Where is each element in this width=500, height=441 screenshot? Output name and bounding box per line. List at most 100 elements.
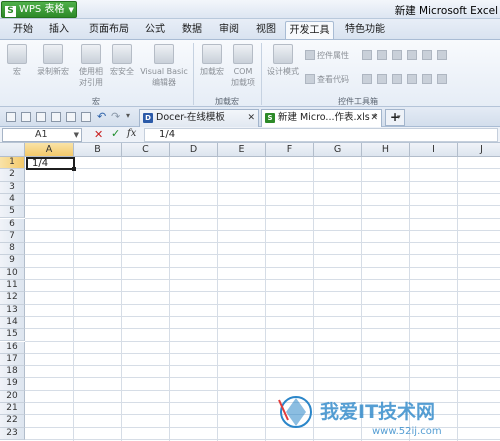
design-mode-button[interactable]: 设计模式 xyxy=(265,44,301,77)
label-control-icon[interactable] xyxy=(392,74,402,84)
grid-row-line xyxy=(25,352,500,354)
control-properties-button[interactable]: 控件属性 xyxy=(305,50,349,62)
grid-row-line xyxy=(25,291,500,293)
addins-button[interactable]: 加载宏 xyxy=(197,44,227,77)
row-header[interactable]: 2 xyxy=(0,169,25,182)
cancel-icon[interactable]: ✕ xyxy=(94,128,103,141)
radio-control-icon[interactable] xyxy=(407,50,417,60)
tab-workbook[interactable]: S 新建 Micro...作表.xls * ✕ xyxy=(261,109,382,127)
wps-menu-label: WPS 表格 xyxy=(19,4,65,15)
row-header[interactable]: 23 xyxy=(0,427,25,440)
insert-function-icon[interactable]: fx xyxy=(127,128,136,139)
visual-basic-icon xyxy=(154,44,174,64)
relative-reference-button[interactable]: 使用相 对引用 xyxy=(77,44,105,88)
button-control-icon[interactable] xyxy=(392,50,402,60)
column-header[interactable]: E xyxy=(218,143,266,157)
tab-page-layout[interactable]: 页面布局 xyxy=(83,21,135,39)
wps-menu-button[interactable]: S WPS 表格 ▼ xyxy=(1,1,77,18)
column-header[interactable]: C xyxy=(122,143,170,157)
com-addins-button[interactable]: COM 加载项 xyxy=(229,44,257,88)
customize-toolbar-icon[interactable]: ▾ xyxy=(126,111,130,120)
column-header[interactable]: I xyxy=(410,143,458,157)
tab-start[interactable]: 开始 xyxy=(8,21,38,39)
tab-review[interactable]: 审阅 xyxy=(214,21,244,39)
design-mode-label: 设计模式 xyxy=(267,67,299,76)
column-header[interactable]: D xyxy=(170,143,218,157)
ribbon-panel: 宏 录制新宏 使用相 对引用 宏安全 Visual Basic 编辑器 宏 加载宏 … xyxy=(0,39,500,107)
more-controls-icon[interactable] xyxy=(437,74,447,84)
row-header[interactable]: 20 xyxy=(0,390,25,403)
row-header[interactable]: 3 xyxy=(0,181,25,194)
tab-list-chevron-icon[interactable]: ▾ xyxy=(397,113,401,121)
row-header[interactable]: 7 xyxy=(0,230,25,244)
export-icon[interactable] xyxy=(81,112,91,122)
spin-control-icon[interactable] xyxy=(377,74,387,84)
row-header[interactable]: 19 xyxy=(0,378,25,391)
group-divider xyxy=(193,43,194,105)
scrollbar-control-icon[interactable] xyxy=(362,74,372,84)
row-header[interactable]: 18 xyxy=(0,366,25,379)
toggle-control-icon[interactable] xyxy=(422,74,432,84)
tab-insert[interactable]: 插入 xyxy=(44,21,74,39)
row-header[interactable]: 14 xyxy=(0,316,25,330)
view-code-button[interactable]: 查看代码 xyxy=(305,74,349,86)
macro-button[interactable]: 宏 xyxy=(5,44,29,77)
column-header[interactable]: G xyxy=(314,143,362,157)
chevron-down-icon[interactable]: ▼ xyxy=(74,129,79,141)
column-header[interactable]: F xyxy=(266,143,314,157)
print-icon[interactable] xyxy=(66,112,76,122)
tab-data[interactable]: 数据 xyxy=(177,21,207,39)
row-header[interactable]: 21 xyxy=(0,403,25,416)
undo-icon[interactable]: ↶ xyxy=(97,110,106,123)
row-header[interactable]: 9 xyxy=(0,255,25,268)
formula-input[interactable]: 1/4 xyxy=(144,128,498,142)
print-preview-icon[interactable] xyxy=(51,112,61,122)
row-header[interactable]: 22 xyxy=(0,415,25,428)
row-header[interactable]: 1 xyxy=(0,157,25,170)
tab-formulas[interactable]: 公式 xyxy=(140,21,170,39)
record-macro-button[interactable]: 录制新宏 xyxy=(33,44,73,77)
select-all-corner[interactable] xyxy=(0,143,25,157)
redo-icon[interactable]: ↷ xyxy=(111,110,120,123)
column-header[interactable]: A xyxy=(25,143,74,157)
tab-view[interactable]: 视图 xyxy=(251,21,281,39)
tab-developer[interactable]: 开发工具 xyxy=(285,21,334,39)
group-divider xyxy=(261,43,262,105)
tab-docer-templates[interactable]: D Docer-在线模板 ✕ xyxy=(139,109,259,127)
cell-a1[interactable]: 1/4 xyxy=(26,157,75,171)
close-icon[interactable]: ✕ xyxy=(370,110,378,126)
row-header[interactable]: 15 xyxy=(0,329,25,342)
row-header[interactable]: 6 xyxy=(0,218,25,231)
row-header[interactable]: 13 xyxy=(0,304,25,317)
listbox-control-icon[interactable] xyxy=(437,50,447,60)
macro-security-button[interactable]: 宏安全 xyxy=(108,44,136,77)
new-file-icon[interactable] xyxy=(6,112,16,122)
visual-basic-button[interactable]: Visual Basic 编辑器 xyxy=(139,44,189,88)
close-icon[interactable]: ✕ xyxy=(247,110,255,126)
row-header[interactable]: 10 xyxy=(0,267,25,280)
row-header[interactable]: 8 xyxy=(0,243,25,256)
new-tab-button[interactable]: + xyxy=(385,109,405,126)
row-header[interactable]: 4 xyxy=(0,193,25,207)
row-header[interactable]: 11 xyxy=(0,280,25,293)
relative-reference-icon xyxy=(81,44,101,64)
row-header[interactable]: 5 xyxy=(0,206,25,219)
grid-column-line xyxy=(217,157,218,441)
fill-handle[interactable] xyxy=(72,167,76,172)
macro-label: 宏 xyxy=(13,67,21,76)
combobox-control-icon[interactable] xyxy=(422,50,432,60)
confirm-icon[interactable]: ✓ xyxy=(111,127,120,140)
save-icon[interactable] xyxy=(36,112,46,122)
row-header[interactable]: 16 xyxy=(0,341,25,354)
column-header[interactable]: H xyxy=(362,143,410,157)
row-header[interactable]: 12 xyxy=(0,292,25,305)
image-control-icon[interactable] xyxy=(407,74,417,84)
column-header[interactable]: B xyxy=(74,143,122,157)
checkbox-control-icon[interactable] xyxy=(362,50,372,60)
column-header[interactable]: J xyxy=(458,143,500,157)
row-header[interactable]: 17 xyxy=(0,353,25,367)
tab-special-features[interactable]: 特色功能 xyxy=(342,21,388,39)
textbox-control-icon[interactable] xyxy=(377,50,387,60)
open-file-icon[interactable] xyxy=(21,112,31,122)
name-box[interactable]: A1 ▼ xyxy=(2,128,82,142)
